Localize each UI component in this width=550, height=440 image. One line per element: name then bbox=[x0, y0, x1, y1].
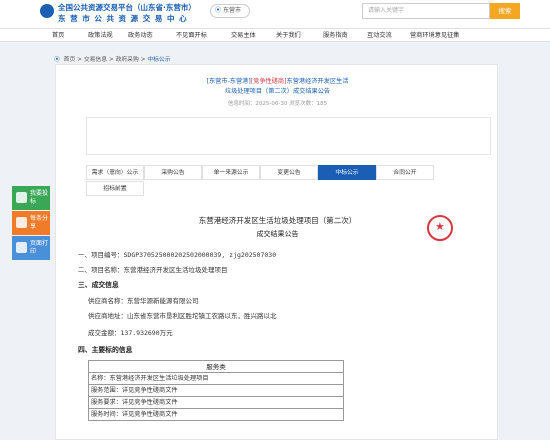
location-pin-icon: ⦿ bbox=[215, 7, 222, 14]
bid-button[interactable]: 我要投标 bbox=[12, 186, 50, 210]
region-tag: [东营市-东营港] bbox=[206, 78, 251, 85]
nav-item-home[interactable]: 首页 bbox=[52, 29, 64, 42]
location-label: 东营市 bbox=[223, 7, 242, 14]
notice-tabs: 需求（意向）公示 采购公告 单一来源公示 变更公告 中标公示 合同公开 招标前置 bbox=[86, 165, 491, 201]
print-icon bbox=[16, 242, 27, 253]
tab-single-source[interactable]: 单一来源公示 bbox=[202, 165, 260, 180]
print-button[interactable]: 页面打印 bbox=[12, 236, 50, 260]
location-selector[interactable]: ⦿ 东营市 bbox=[210, 4, 250, 18]
result-heading: 三、成交信息 bbox=[78, 281, 119, 289]
tab-contract[interactable]: 合同公开 bbox=[376, 165, 434, 180]
notice-page-title-line2: 垃圾处理项目（第二次）成交结果公告 bbox=[224, 88, 331, 95]
project-name: 二、项目名称：东营港经济开发区生活垃圾处理项目 bbox=[78, 266, 228, 274]
tab-award-notice[interactable]: 中标公示 bbox=[318, 165, 376, 180]
supplier-name: 供应商名称：东营华源新能源有限公司 bbox=[88, 297, 199, 305]
logo-icon bbox=[40, 4, 54, 18]
site-subtitle: 东 营 市 公 共 资 源 交 易 中 心 bbox=[58, 14, 188, 23]
nav-item-guide[interactable]: 服务指南 bbox=[323, 29, 348, 42]
share-icon bbox=[16, 217, 27, 228]
method-tag: [竞争性磋商] bbox=[250, 78, 287, 85]
breadcrumb-procurement[interactable]: 政府采购 bbox=[116, 57, 139, 63]
table-row: 服务要求：详见竞争性磋商文件 bbox=[88, 397, 344, 409]
print-button-label: 页面打印 bbox=[30, 240, 49, 255]
site-title: 全国公共资源交易平台（山东省·东营市） bbox=[58, 3, 196, 12]
breadcrumb-home[interactable]: 首页 bbox=[64, 57, 76, 63]
project-number: 一、项目编号：SDGP370525000202502000039, zjg202… bbox=[78, 251, 277, 259]
table-row: 服务时间：详见竞争性磋商文件 bbox=[88, 409, 344, 421]
nav-item-policy[interactable]: 政策法规 bbox=[88, 29, 113, 42]
document-icon bbox=[16, 192, 27, 203]
official-seal-icon bbox=[427, 215, 453, 241]
subject-heading: 四、主要标的信息 bbox=[78, 346, 133, 354]
nav-item-feedback[interactable]: 营商环境意见征集 bbox=[410, 29, 460, 42]
tab-change-notice[interactable]: 变更公告 bbox=[260, 165, 318, 180]
tab-procurement-notice[interactable]: 采购公告 bbox=[144, 165, 202, 180]
supplier-address: 供应商地址：山东省东营市垦利区胜坨镇工农路以东，胜兴路以北 bbox=[88, 312, 277, 320]
nav-item-news[interactable]: 政务动态 bbox=[128, 29, 153, 42]
breadcrumb: ⦿ 首页 > 交易信息 > 政府采购 > 中标公示 bbox=[54, 57, 171, 63]
notice-page-title: [东营市-东营港][竞争性磋商]东营港经济开发区生活 bbox=[56, 76, 499, 85]
service-table: 服务类 名称：东营港经济开发区生活垃圾处理项目 服务范围：详见竞争性磋商文件 服… bbox=[88, 360, 344, 421]
deal-amount: 成交金额：137.932690万元 bbox=[88, 329, 173, 337]
table-row: 名称：东营港经济开发区生活垃圾处理项目 bbox=[88, 373, 344, 385]
attachment-area bbox=[86, 117, 491, 155]
nav-item-interact[interactable]: 互动交流 bbox=[367, 29, 392, 42]
search-input[interactable]: 请输入关键字 bbox=[362, 3, 490, 19]
breadcrumb-trade-info[interactable]: 交易信息 bbox=[84, 57, 107, 63]
nav-item-about[interactable]: 关于我们 bbox=[276, 29, 301, 42]
tab-pre-tender[interactable]: 招标前置 bbox=[86, 181, 144, 196]
share-button-label: 每条分享 bbox=[30, 215, 49, 230]
table-row: 服务范围：详见竞争性磋商文件 bbox=[88, 385, 344, 397]
side-action-panel: 我要投标 每条分享 页面打印 bbox=[12, 186, 50, 261]
notice-card: [东营市-东营港][竞争性磋商]东营港经济开发区生活 垃圾处理项目（第二次）成交… bbox=[55, 64, 498, 440]
nav-item-online-bid[interactable]: 不见面开标 bbox=[176, 29, 207, 42]
search-button[interactable]: 搜索 bbox=[490, 3, 520, 19]
main-nav: 首页 政策法规 政务动态 不见面开标 交易主体 关于我们 服务指南 互动交流 营… bbox=[0, 28, 550, 42]
nav-item-entities[interactable]: 交易主体 bbox=[231, 29, 256, 42]
site-header: 全国公共资源交易平台（山东省·东营市） 东 营 市 公 共 资 源 交 易 中 … bbox=[0, 0, 550, 28]
notice-meta: 信息时间：2025-06-30 浏览次数：185 bbox=[227, 101, 328, 107]
location-icon: ⦿ bbox=[54, 57, 60, 63]
share-button[interactable]: 每条分享 bbox=[12, 211, 50, 235]
bid-button-label: 我要投标 bbox=[30, 190, 49, 205]
title-text: 东营港经济开发区生活 bbox=[286, 78, 349, 85]
tab-demand[interactable]: 需求（意向）公示 bbox=[86, 165, 144, 180]
service-table-header: 服务类 bbox=[88, 360, 344, 373]
breadcrumb-current: 中标公示 bbox=[147, 57, 171, 63]
